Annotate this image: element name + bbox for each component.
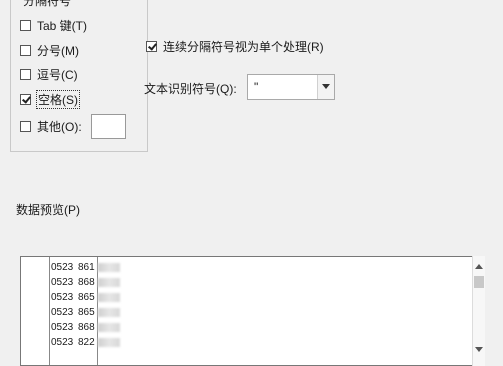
redacted-text bbox=[98, 337, 120, 347]
preview-row: 0523 865 bbox=[51, 305, 120, 320]
delimiters-legend: 分隔符号 bbox=[20, 0, 75, 9]
other-label: 其他(O): bbox=[37, 119, 82, 134]
redacted-text bbox=[98, 262, 120, 272]
space-option[interactable]: 空格(S) bbox=[20, 89, 80, 109]
preview-cell: 0523 bbox=[51, 277, 74, 288]
preview-row: 0523 868 bbox=[51, 320, 120, 335]
semicolon-checkbox[interactable] bbox=[20, 44, 31, 56]
preview-cell: 868 bbox=[78, 277, 95, 288]
tab-checkbox[interactable] bbox=[20, 19, 31, 31]
tab-label: Tab 键(T) bbox=[37, 18, 88, 33]
preview-cell: 822 bbox=[78, 337, 95, 348]
preview-row: 0523 861 bbox=[51, 260, 120, 275]
preview-row: 0523 865 bbox=[51, 290, 120, 305]
qualifier-select[interactable]: " bbox=[247, 74, 335, 100]
preview-row: 0523 868 bbox=[51, 275, 120, 290]
preview-cell: 861 bbox=[78, 262, 95, 273]
preview-cell: 0523 bbox=[51, 322, 74, 333]
preview-pane[interactable]: 0523 861 0523 868 0523 865 0523 865 0523 868 … bbox=[20, 256, 485, 366]
semicolon-option[interactable]: 分号(M) bbox=[20, 42, 79, 58]
preview-column-gutter bbox=[21, 257, 50, 365]
redacted-text bbox=[98, 307, 120, 317]
space-label: 空格(S) bbox=[36, 89, 80, 109]
preview-cell: 0523 bbox=[51, 307, 74, 318]
other-option[interactable]: 其他(O): bbox=[20, 118, 82, 134]
preview-cell: 0523 bbox=[51, 337, 74, 348]
redacted-text bbox=[98, 322, 120, 332]
semicolon-label: 分号(M) bbox=[37, 43, 79, 58]
preview-cell: 0523 bbox=[51, 292, 74, 303]
scroll-up-icon[interactable] bbox=[473, 258, 485, 274]
preview-row: 0523 822 bbox=[51, 335, 120, 350]
preview-vertical-scrollbar[interactable] bbox=[472, 256, 485, 366]
consecutive-option[interactable]: 连续分隔符号视为单个处理(R) bbox=[146, 38, 324, 54]
consecutive-checkbox[interactable] bbox=[146, 40, 157, 52]
qualifier-value: " bbox=[254, 80, 259, 94]
preview-label: 数据预览(P) bbox=[16, 203, 80, 217]
other-checkbox[interactable] bbox=[20, 120, 31, 132]
chevron-down-icon[interactable] bbox=[317, 75, 334, 99]
preview-cell: 0523 bbox=[51, 262, 74, 273]
qualifier-label: 文本识别符号(Q): bbox=[144, 82, 237, 96]
scroll-down-icon[interactable] bbox=[473, 342, 485, 358]
preview-cell: 868 bbox=[78, 322, 95, 333]
scroll-thumb[interactable] bbox=[474, 276, 484, 288]
tab-option[interactable]: Tab 键(T) bbox=[20, 17, 87, 33]
preview-cell: 865 bbox=[78, 292, 95, 303]
other-delimiter-input[interactable] bbox=[91, 114, 126, 139]
comma-checkbox[interactable] bbox=[20, 68, 31, 80]
consecutive-label: 连续分隔符号视为单个处理(R) bbox=[163, 39, 324, 54]
comma-option[interactable]: 逗号(C) bbox=[20, 66, 78, 82]
redacted-text bbox=[98, 277, 120, 287]
space-checkbox[interactable] bbox=[20, 93, 31, 105]
comma-label: 逗号(C) bbox=[37, 67, 78, 82]
preview-cell: 865 bbox=[78, 307, 95, 318]
redacted-text bbox=[98, 292, 120, 302]
